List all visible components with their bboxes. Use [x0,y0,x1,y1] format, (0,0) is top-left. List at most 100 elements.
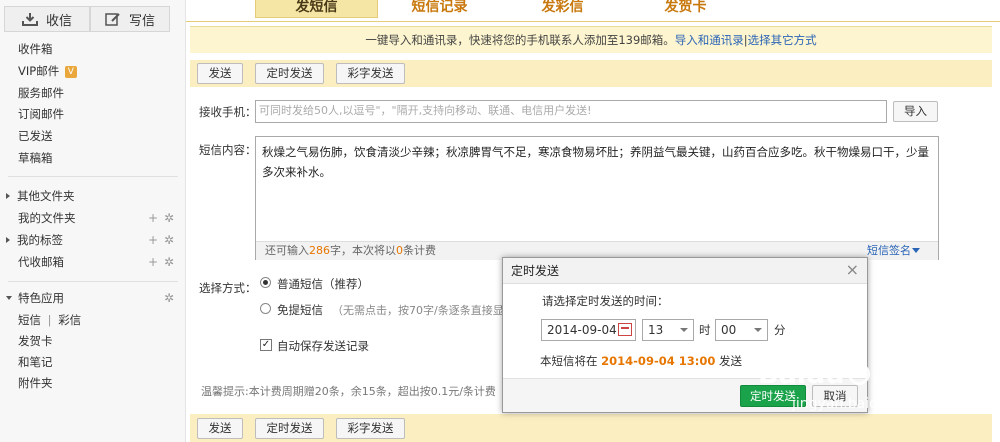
sidebar-item-inbox[interactable]: 收件箱 [18,40,53,58]
schedule-summary: 本短信将在 2014-09-04 13:00 发送 [540,353,742,369]
feature-sms-row: 短信 | 彩信 [18,311,81,329]
feature-attachments[interactable]: 附件夹 [18,374,53,392]
signature-link[interactable]: 短信签名 [867,242,920,260]
expand-arrow-icon [6,193,10,199]
compose-label: 写信 [128,13,155,29]
sidebar-item-sent[interactable]: 已发送 [18,127,53,145]
tab-send-mms[interactable]: 发彩信 [501,0,624,18]
add-folder-icon[interactable]: + [148,209,158,227]
counter-prefix: 还可输入 [265,244,309,257]
gear-icon[interactable]: ✲ [164,289,174,307]
watermark-brand: Baidu [758,359,845,390]
signature-label: 短信签名 [867,244,911,257]
hour-unit: 时 [699,323,711,337]
save-record-label: 自动保存发送记录 [277,339,369,353]
dropdown-arrow-icon [912,248,920,253]
import-contacts-link[interactable]: 导入和通讯录 [675,33,744,47]
inbox-label: 收信 [45,13,72,29]
art-send-button[interactable]: 彩字发送 [336,63,405,84]
calendar-icon[interactable] [618,323,632,336]
dialog-prompt: 请选择定时发送的时间： [542,294,669,308]
watermark-cn: 经验 [872,359,927,390]
recipient-label: 接收手机： [199,105,257,119]
send-button[interactable]: 发送 [197,63,243,84]
minute-unit: 分 [774,323,786,337]
radio-flash-sms[interactable] [260,303,271,314]
watermark-logo: Baidu 经验 [758,352,927,391]
summary-prefix: 本短信将在 [540,354,598,368]
gear-icon[interactable]: ✲ [164,231,174,249]
gear-icon[interactable]: ✲ [164,253,174,271]
group-label: 代收邮箱 [18,255,64,269]
banner-text: 一键导入和通讯录，快速将您的手机联系人添加至139邮箱。 [365,33,675,47]
import-button[interactable]: 导入 [893,101,938,122]
sidebar-group-collect[interactable]: 代收邮箱 [18,253,64,271]
group-label: 我的标签 [17,233,63,247]
art-send-button[interactable]: 彩字发送 [336,418,405,439]
chevron-down-icon [754,328,762,332]
import-banner: 一键导入和通讯录，快速将您的手机联系人添加至139邮箱。导入和通讯录|选择其它方… [190,26,992,53]
vip-badge: V [64,66,77,78]
counter-mid: 字，本次将以 [330,244,396,257]
content-label: 短信内容： [199,143,257,157]
minute-select[interactable]: 00 [715,319,768,341]
option-normal-label: 普通短信（推荐） [277,277,369,291]
features-header[interactable]: 特色应用 [6,289,64,307]
add-collect-icon[interactable]: + [148,253,158,271]
sidebar-group-myfolders[interactable]: 我的文件夹 [18,209,76,227]
counter-suffix: 条计费 [403,244,436,257]
group-label: 我的文件夹 [18,211,76,225]
timed-send-button[interactable]: 定时发送 [255,63,324,84]
add-tag-icon[interactable]: + [148,231,158,249]
compose-button[interactable]: 写信 [90,6,170,32]
sidebar: 收信 写信 收件箱 VIP邮件 V 服务邮件 订阅邮件 已发送 草稿箱 其他文件… [0,0,186,442]
send-button[interactable]: 发送 [197,418,243,439]
inbox-button[interactable]: 收信 [4,6,90,32]
watermark-url: jingyan.baidu.com [792,396,922,412]
hour-value: 13 [648,323,664,337]
download-icon [21,12,38,26]
tab-sms-records[interactable]: 短信记录 [378,0,501,18]
sidebar-item-subscription[interactable]: 订阅邮件 [18,105,64,123]
counter-count: 0 [396,244,403,257]
other-method-link[interactable]: 选择其它方式 [748,33,817,47]
sidebar-item-vip[interactable]: VIP邮件 V [18,62,77,80]
feature-sms[interactable]: 短信 [18,313,41,327]
group-label: 其他文件夹 [17,189,75,203]
chevron-down-icon [680,328,688,332]
close-icon[interactable]: × [846,261,859,279]
recipient-placeholder: 可同时发给50人,以逗号"，"隔开,支持向移动、联通、电信用户发送! [259,104,592,117]
timed-send-button[interactable]: 定时发送 [255,418,324,439]
tab-send-sms[interactable]: 发短信 [255,0,378,18]
feature-mms[interactable]: 彩信 [58,313,81,327]
toolbar-bottom: 发送 定时发送 彩字发送 [190,414,992,442]
tip-text: 温馨提示:本计费周期赠20条，余15条，超出按0.1元/条计费 [201,385,496,398]
radio-normal-sms[interactable] [260,277,271,288]
summary-suffix: 发送 [718,354,742,368]
sidebar-item-label: VIP邮件 [18,64,60,78]
save-record-checkbox[interactable]: ✓ [260,339,272,351]
divider [8,281,178,282]
summary-time: 2014-09-04 13:00 [601,354,716,368]
compose-icon [105,12,120,26]
sidebar-group-other[interactable]: 其他文件夹 [6,187,75,205]
counter-remaining: 286 [309,244,330,257]
features-title: 特色应用 [18,291,64,305]
method-label: 选择方式： [199,281,257,295]
recipient-input[interactable]: 可同时发给50人,以逗号"，"隔开,支持向移动、联通、电信用户发送! [255,100,887,123]
date-picker[interactable]: 2014-09-04 [541,319,636,341]
sidebar-item-drafts[interactable]: 草稿箱 [18,149,53,167]
hour-select[interactable]: 13 [642,319,694,341]
feature-card[interactable]: 发贺卡 [18,332,53,350]
date-value: 2014-09-04 [547,323,617,337]
minute-value: 00 [721,323,737,337]
sidebar-item-service[interactable]: 服务邮件 [18,84,64,102]
divider [8,176,178,177]
feature-notes[interactable]: 和笔记 [18,353,53,371]
content-text: 秋燥之气易伤肺，饮食清淡少辛辣；秋凉脾胃气不足，寒凉食物易坏肚；养阴益气最关键，… [262,145,929,179]
tab-send-card[interactable]: 发贺卡 [624,0,747,18]
sidebar-group-tags[interactable]: 我的标签 [6,231,63,249]
gear-icon[interactable]: ✲ [164,209,174,227]
option-flash-label: 免提短信 [277,303,323,317]
content-textarea[interactable]: 秋燥之气易伤肺，饮食清淡少辛辣；秋凉脾胃气不足，寒凉食物易坏肚；养阴益气最关键，… [255,136,939,260]
